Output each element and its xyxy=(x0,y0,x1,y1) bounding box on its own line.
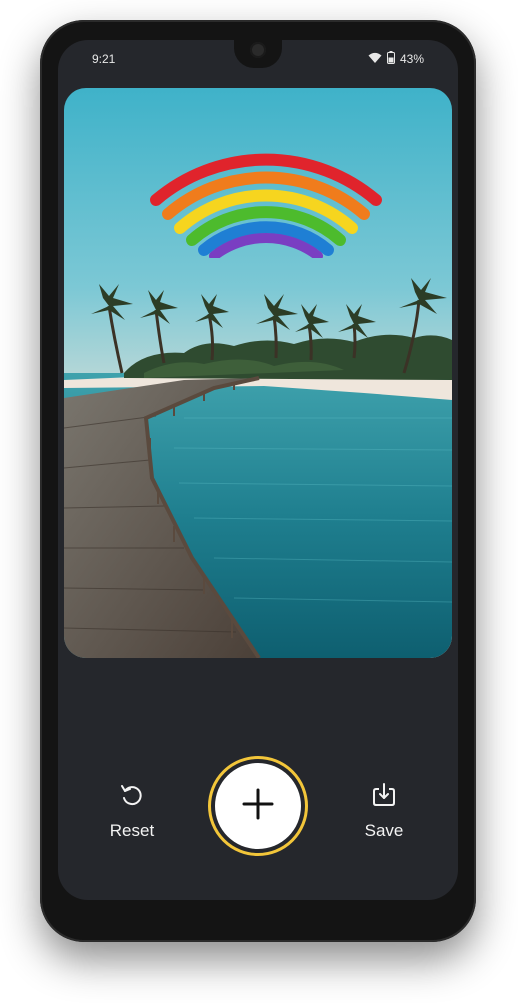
plus-icon xyxy=(242,788,274,825)
reset-label: Reset xyxy=(109,821,155,840)
editor-controls: Reset Save xyxy=(58,740,458,870)
add-sticker-button[interactable] xyxy=(208,756,308,856)
battery-icon xyxy=(386,51,395,67)
add-button-inner xyxy=(215,763,301,849)
reset-button[interactable]: Reset xyxy=(92,782,172,841)
status-bar: 9:21 43% xyxy=(58,40,458,80)
status-indicators: 43% xyxy=(368,51,424,67)
download-icon xyxy=(371,782,397,813)
reset-icon xyxy=(119,782,145,813)
photo-canvas[interactable] xyxy=(64,88,452,658)
status-time: 9:21 xyxy=(92,52,116,66)
battery-percent: 43% xyxy=(399,52,424,66)
rainbow-sticker[interactable] xyxy=(148,146,384,258)
app-screen: 9:21 43% Reset Save xyxy=(58,40,458,900)
save-button[interactable]: Save xyxy=(344,782,424,841)
wifi-icon xyxy=(368,52,382,67)
save-label: Save xyxy=(364,821,404,840)
